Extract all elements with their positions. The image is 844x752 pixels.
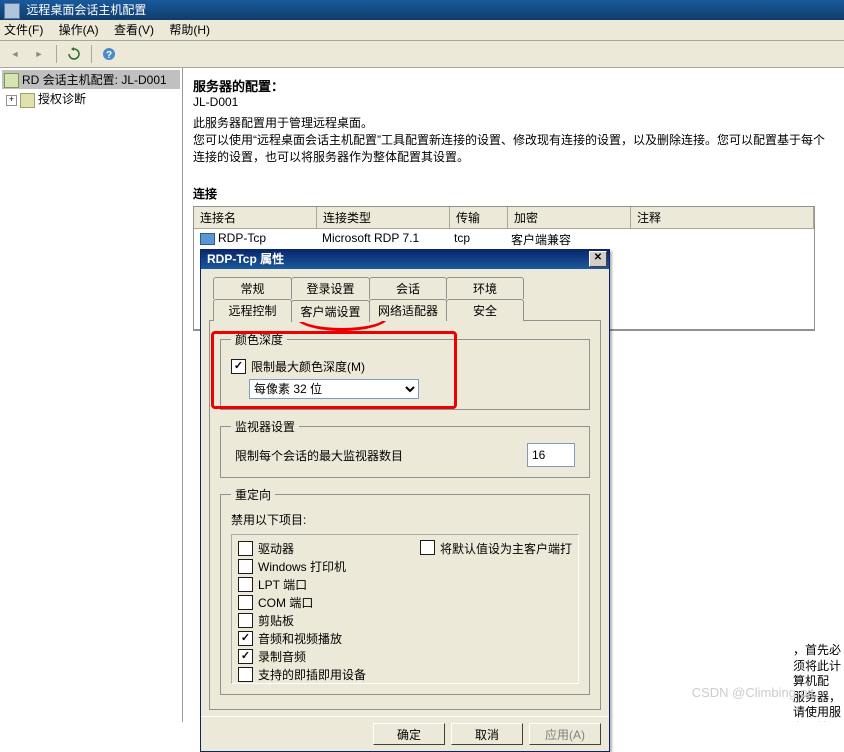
- tab-remote-control[interactable]: 远程控制: [213, 299, 292, 321]
- dialog-tabs: 常规 登录设置 会话 环境 远程控制 客户端设置 网络适配器 安全: [213, 277, 601, 321]
- menu-view[interactable]: 查看(V): [114, 23, 154, 37]
- tab-environment[interactable]: 环境: [446, 277, 524, 299]
- refresh-icon: [67, 47, 81, 61]
- monitor-legend: 监视器设置: [231, 418, 299, 435]
- checkbox-icon: [238, 613, 253, 628]
- col-header-name[interactable]: 连接名: [194, 207, 317, 228]
- redirect-item[interactable]: COM 端口: [238, 594, 420, 611]
- checkbox-icon: [238, 595, 253, 610]
- nav-back-button: ◄: [4, 43, 26, 65]
- hostname-label: JL-D001: [193, 95, 834, 109]
- description-text: 此服务器配置用于管理远程桌面。 您可以使用“远程桌面会话主机配置”工具配置新连接…: [193, 115, 834, 165]
- redirect-item[interactable]: Windows 打印机: [238, 558, 420, 575]
- tab-content: 颜色深度 限制最大颜色深度(M) 每像素 32 位 监视器设置 限制每个会话的最…: [209, 320, 601, 710]
- checkbox-icon: [231, 359, 246, 374]
- toolbar: ◄ ► ?: [0, 41, 844, 68]
- redirect-item[interactable]: 录制音频: [238, 648, 420, 665]
- nav-forward-button: ►: [28, 43, 50, 65]
- app-icon: [4, 3, 20, 19]
- default-client-checkbox[interactable]: [420, 540, 435, 555]
- cancel-button[interactable]: 取消: [451, 723, 523, 745]
- diag-icon: [20, 93, 35, 108]
- checkbox-icon: [238, 631, 253, 646]
- truncated-side-text: ，首先必须将此计算机配 服务器，请使用服务器管: [793, 643, 844, 722]
- redirect-label: 禁用以下项目:: [231, 511, 579, 528]
- checkbox-icon: [238, 667, 253, 682]
- svg-text:?: ?: [106, 50, 112, 61]
- page-heading: 服务器的配置：: [193, 76, 834, 95]
- dialog-titlebar[interactable]: RDP-Tcp 属性 ✕: [201, 249, 609, 269]
- menubar: 文件(F) 操作(A) 查看(V) 帮助(H): [0, 20, 844, 41]
- table-header: 连接名 连接类型 传输 加密 注释: [194, 207, 814, 229]
- redirect-item[interactable]: 驱动器: [238, 540, 420, 557]
- refresh-button[interactable]: [63, 43, 85, 65]
- menu-action[interactable]: 操作(A): [59, 23, 99, 37]
- connections-label: 连接: [193, 185, 834, 202]
- redirect-list: 驱动器Windows 打印机LPT 端口COM 端口剪贴板音频和视频播放录制音频…: [231, 534, 579, 684]
- table-row[interactable]: RDP-Tcp Microsoft RDP 7.1 tcp 客户端兼容: [194, 229, 814, 250]
- ok-button[interactable]: 确定: [373, 723, 445, 745]
- properties-dialog: RDP-Tcp 属性 ✕ 常规 登录设置 会话 环境 远程控制 客户端设置 网络…: [200, 249, 610, 752]
- col-header-type[interactable]: 连接类型: [317, 207, 450, 228]
- watermark: CSDN @Climbing-pit: [692, 685, 814, 700]
- checkbox-icon: [238, 559, 253, 574]
- expand-icon[interactable]: +: [6, 95, 17, 106]
- window-title: 远程桌面会话主机配置: [26, 3, 146, 17]
- help-icon: ?: [102, 47, 116, 61]
- window-titlebar: 远程桌面会话主机配置: [0, 0, 844, 20]
- redirect-item[interactable]: LPT 端口: [238, 576, 420, 593]
- redirect-group: 重定向 禁用以下项目: 驱动器Windows 打印机LPT 端口COM 端口剪贴…: [220, 486, 590, 695]
- monitor-count-input[interactable]: [527, 443, 575, 467]
- menu-file[interactable]: 文件(F): [4, 23, 43, 37]
- close-button[interactable]: ✕: [589, 251, 607, 267]
- col-header-trans[interactable]: 传输: [450, 207, 508, 228]
- checkbox-icon: [238, 649, 253, 664]
- default-client-label: 将默认值设为主客户端打: [440, 540, 572, 557]
- help-button[interactable]: ?: [98, 43, 120, 65]
- tab-logon[interactable]: 登录设置: [291, 277, 370, 299]
- dialog-title: RDP-Tcp 属性: [207, 249, 284, 269]
- tab-session[interactable]: 会话: [369, 277, 447, 299]
- color-depth-select[interactable]: 每像素 32 位: [249, 379, 419, 399]
- redirect-item[interactable]: 音频和视频播放: [238, 630, 420, 647]
- monitor-label: 限制每个会话的最大监视器数目: [235, 447, 403, 464]
- redirect-item[interactable]: 支持的即插即用设备: [238, 666, 420, 683]
- menu-help[interactable]: 帮助(H): [169, 23, 210, 37]
- col-header-comm[interactable]: 注释: [631, 207, 814, 228]
- dialog-buttons: 确定 取消 应用(A): [201, 716, 609, 751]
- tab-security[interactable]: 安全: [446, 299, 524, 321]
- tab-network-adapter[interactable]: 网络适配器: [369, 299, 447, 321]
- tab-client-settings[interactable]: 客户端设置: [291, 300, 370, 322]
- apply-button[interactable]: 应用(A): [529, 723, 601, 745]
- checkbox-icon: [238, 577, 253, 592]
- server-icon: [4, 73, 19, 88]
- tree-panel: RD 会话主机配置: JL-D001 +授权诊断: [0, 68, 183, 722]
- redirect-item[interactable]: 剪贴板: [238, 612, 420, 629]
- checkbox-icon: [238, 541, 253, 556]
- monitor-group: 监视器设置 限制每个会话的最大监视器数目: [220, 418, 590, 478]
- tab-general[interactable]: 常规: [213, 277, 292, 299]
- redirect-legend: 重定向: [231, 486, 275, 503]
- color-depth-group: 颜色深度 限制最大颜色深度(M) 每像素 32 位: [220, 331, 590, 410]
- limit-color-checkbox[interactable]: 限制最大颜色深度(M): [231, 358, 579, 375]
- color-depth-legend: 颜色深度: [231, 331, 287, 348]
- col-header-enc[interactable]: 加密: [508, 207, 631, 228]
- tree-root-item[interactable]: RD 会话主机配置: JL-D001: [2, 70, 180, 89]
- tree-child-item[interactable]: +授权诊断: [2, 89, 180, 108]
- connection-icon: [200, 233, 215, 245]
